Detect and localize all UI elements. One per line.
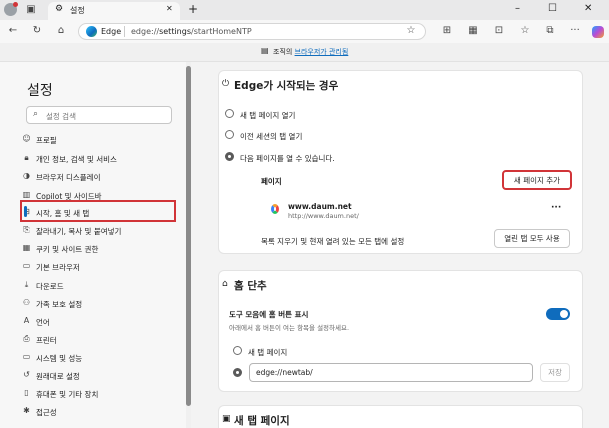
url-prefix: edge:// xyxy=(131,27,160,36)
radio-home-newtab[interactable] xyxy=(233,346,242,355)
radio-newtab[interactable] xyxy=(225,109,234,118)
minimize-icon[interactable]: – xyxy=(515,3,520,14)
tab-title: 설정 xyxy=(70,6,85,15)
browser-icon: ▭ xyxy=(22,261,31,270)
managed-link[interactable]: 브라우저가 관리됨 xyxy=(295,48,349,56)
selected-item-highlight xyxy=(20,200,176,222)
sidebar-item-6[interactable]: 쿠키 및 사이트 권한 xyxy=(36,244,98,255)
home-toggle-desc: 아래에서 홈 버튼이 여는 항목을 설정하세요. xyxy=(229,324,350,332)
family-icon: ⚇ xyxy=(22,298,31,307)
sidebar-item-5[interactable]: 잘라내기, 복사 및 붙여넣기 xyxy=(36,226,121,237)
address-divider xyxy=(124,26,125,37)
sidebar-item-15[interactable]: 접근성 xyxy=(36,407,57,418)
search-placeholder: 설정 검색 xyxy=(46,112,76,121)
new-tab-icon[interactable]: + xyxy=(188,2,198,16)
sidebar-item-1[interactable]: 개인 정보, 검색 및 서비스 xyxy=(36,154,117,165)
radio-home-url[interactable] xyxy=(233,368,242,377)
read-aloud-icon[interactable]: ☆ xyxy=(404,24,418,38)
lock-icon: 🔒︎ xyxy=(24,153,29,162)
home-toggle-knob xyxy=(560,310,568,318)
home-icon[interactable]: ⌂ xyxy=(54,24,68,38)
sidebar-item-8[interactable]: 다운로드 xyxy=(36,281,64,292)
reset-icon: ↺ xyxy=(23,370,30,379)
favorites-bar-icon[interactable]: ⊡ xyxy=(492,24,506,38)
startup-title: Edge가 시작되는 경우 xyxy=(234,80,339,92)
workspaces-icon[interactable]: ▣ xyxy=(24,3,38,17)
sidebar-item-13[interactable]: 원래대로 설정 xyxy=(36,371,80,382)
page-more-button[interactable]: ··· xyxy=(551,203,561,213)
more-menu-icon[interactable]: ··· xyxy=(568,24,582,38)
sidebar-item-14[interactable]: 휴대폰 및 기타 장치 xyxy=(36,389,98,400)
newtab-section-icon: ▣ xyxy=(222,414,231,424)
newtab-title: 새 탭 페이지 xyxy=(234,415,290,427)
cookie-icon: ▦ xyxy=(22,243,31,252)
option-previous-label: 이전 세션의 탭 열기 xyxy=(240,132,303,141)
pages-label: 페이지 xyxy=(261,177,282,186)
phone-icon: ▯ xyxy=(24,388,29,397)
selected-item-indicator xyxy=(24,206,27,217)
avatar[interactable] xyxy=(4,2,18,16)
tab-close-icon[interactable]: ✕ xyxy=(166,4,173,13)
edge-logo-icon xyxy=(86,26,97,37)
language-icon: A xyxy=(23,316,30,325)
clipboard-icon: ⎘ xyxy=(23,225,30,234)
sidebar-item-10[interactable]: 언어 xyxy=(36,317,50,328)
managed-text: 조직의 브라우저가 관리됨 xyxy=(273,47,348,57)
extensions-icon[interactable]: ⧉ xyxy=(543,24,557,38)
power-icon: ⏻ xyxy=(222,79,230,89)
sidebar-item-9[interactable]: 가족 보호 설정 xyxy=(36,299,82,310)
home-newtab-label: 새 탭 페이지 xyxy=(248,348,288,357)
favorites-icon[interactable]: ☆ xyxy=(518,24,532,38)
sidebar-item-0[interactable]: 프로필 xyxy=(36,135,57,146)
managed-label: 조직의 xyxy=(273,48,295,56)
gear-icon: ⚙ xyxy=(55,4,64,14)
url-text: edge://settings/startHomeNTP xyxy=(131,27,252,36)
option-newtab-label: 새 탭 페이지 열기 xyxy=(240,111,296,120)
refresh-icon[interactable]: ↻ xyxy=(30,24,44,38)
download-icon: ⤓ xyxy=(24,280,29,289)
screenshot-icon[interactable]: ▦ xyxy=(466,24,480,38)
site-label: Edge xyxy=(101,27,122,36)
back-icon[interactable]: ← xyxy=(6,24,20,38)
daum-favicon xyxy=(271,204,279,214)
sidebar-title: 설정 xyxy=(27,83,53,99)
appearance-icon: ◑ xyxy=(23,171,30,180)
collections-icon[interactable]: ⊞ xyxy=(440,24,454,38)
use-open-tabs-button[interactable]: 열린 탭 모두 사용 xyxy=(494,229,570,248)
home-toggle[interactable] xyxy=(546,308,570,320)
sidebar-item-11[interactable]: 프린터 xyxy=(36,335,57,346)
home-title: 홈 단추 xyxy=(234,280,267,292)
accessibility-icon: ✱ xyxy=(23,406,30,415)
add-page-button[interactable]: 새 페이지 추가 xyxy=(502,170,572,190)
home-section-icon: ⌂ xyxy=(222,279,228,289)
sidebar-icon: ▥ xyxy=(22,190,31,199)
printer-icon: ⎙ xyxy=(23,334,30,343)
page-entry-name: www.daum.net xyxy=(288,202,352,211)
page-entry-url: http://www.daum.net/ xyxy=(288,212,359,220)
home-url-value: edge://newtab/ xyxy=(256,368,313,377)
radio-specific-pages[interactable] xyxy=(225,152,234,161)
tab-settings[interactable] xyxy=(48,2,180,20)
home-toggle-label: 도구 모음에 홈 버튼 표시 xyxy=(229,310,309,319)
url-rest: /startHomeNTP xyxy=(191,27,252,36)
briefcase-icon: ▤ xyxy=(261,46,269,55)
sidebar-item-12[interactable]: 시스템 및 성능 xyxy=(36,353,82,364)
option-pages-label: 다음 페이지를 열 수 있습니다. xyxy=(240,154,335,163)
sidebar-item-2[interactable]: 브라우저 디스플레이 xyxy=(36,172,100,183)
clear-list-text: 목록 지우기 및 현재 열려 있는 모든 탭에 설정 xyxy=(261,237,405,246)
system-icon: ▭ xyxy=(22,352,31,361)
url-bold: settings xyxy=(159,27,191,36)
maximize-icon[interactable]: ☐ xyxy=(548,3,557,14)
copilot-icon[interactable] xyxy=(592,26,604,38)
radio-previous-session[interactable] xyxy=(225,130,234,139)
home-save-button[interactable]: 저장 xyxy=(540,363,570,382)
search-icon: ⌕ xyxy=(33,109,39,119)
sidebar-item-7[interactable]: 기본 브라우저 xyxy=(36,262,80,273)
close-window-icon[interactable]: ✕ xyxy=(584,3,592,14)
profile-icon: ☺ xyxy=(22,134,31,143)
